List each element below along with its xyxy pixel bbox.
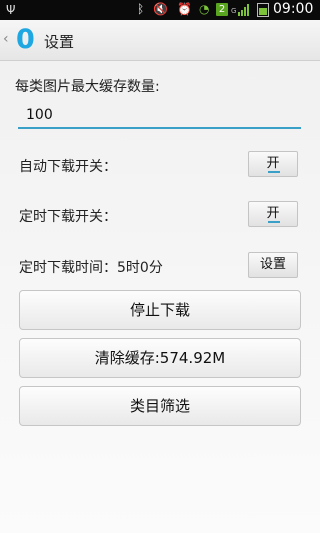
action-bar: ‹ 0 设置 (0, 20, 320, 61)
set-time-button[interactable]: 设置 (248, 252, 298, 278)
usb-icon: Ψ (6, 3, 16, 17)
timed-download-toggle-button[interactable]: 开 (248, 201, 298, 227)
battery-icon (257, 3, 269, 17)
stop-download-button[interactable]: 停止下载 (19, 290, 301, 330)
signal-icon (238, 4, 252, 16)
timed-download-label: 定时下载开关： (19, 209, 117, 225)
bluetooth-icon: ᛒ (137, 2, 145, 16)
app-logo-icon[interactable]: 0 (16, 26, 35, 54)
cache-limit-input[interactable] (18, 103, 301, 129)
notification-badge: 2 (216, 3, 228, 16)
page-title: 设置 (44, 33, 75, 51)
network-type: G (231, 7, 237, 15)
cache-limit-label: 每类图片最大缓存数量: (15, 79, 160, 95)
settings-content: 每类图片最大缓存数量: 自动下载开关： 开 定时下载开关： 开 定时下载时间：5… (0, 61, 320, 533)
clock: 09:00 (273, 1, 314, 17)
alarm-icon: ⏰ (177, 2, 192, 16)
auto-download-toggle-label: 开 (266, 156, 280, 171)
auto-download-label: 自动下载开关： (19, 159, 117, 175)
clear-cache-button[interactable]: 清除缓存:574.92M (19, 338, 301, 378)
wifi-icon: ◔ (199, 2, 210, 16)
timed-download-toggle-label: 开 (266, 206, 280, 221)
back-icon[interactable]: ‹ (3, 31, 9, 47)
category-filter-button[interactable]: 类目筛选 (19, 386, 301, 426)
download-time-label: 定时下载时间：5时0分 (19, 260, 163, 276)
status-bar: Ψ ᛒ 🔇 ⏰ ◔ 2 G 09:00 (0, 0, 320, 20)
mute-icon: 🔇 (153, 2, 168, 16)
auto-download-toggle-button[interactable]: 开 (248, 151, 298, 177)
